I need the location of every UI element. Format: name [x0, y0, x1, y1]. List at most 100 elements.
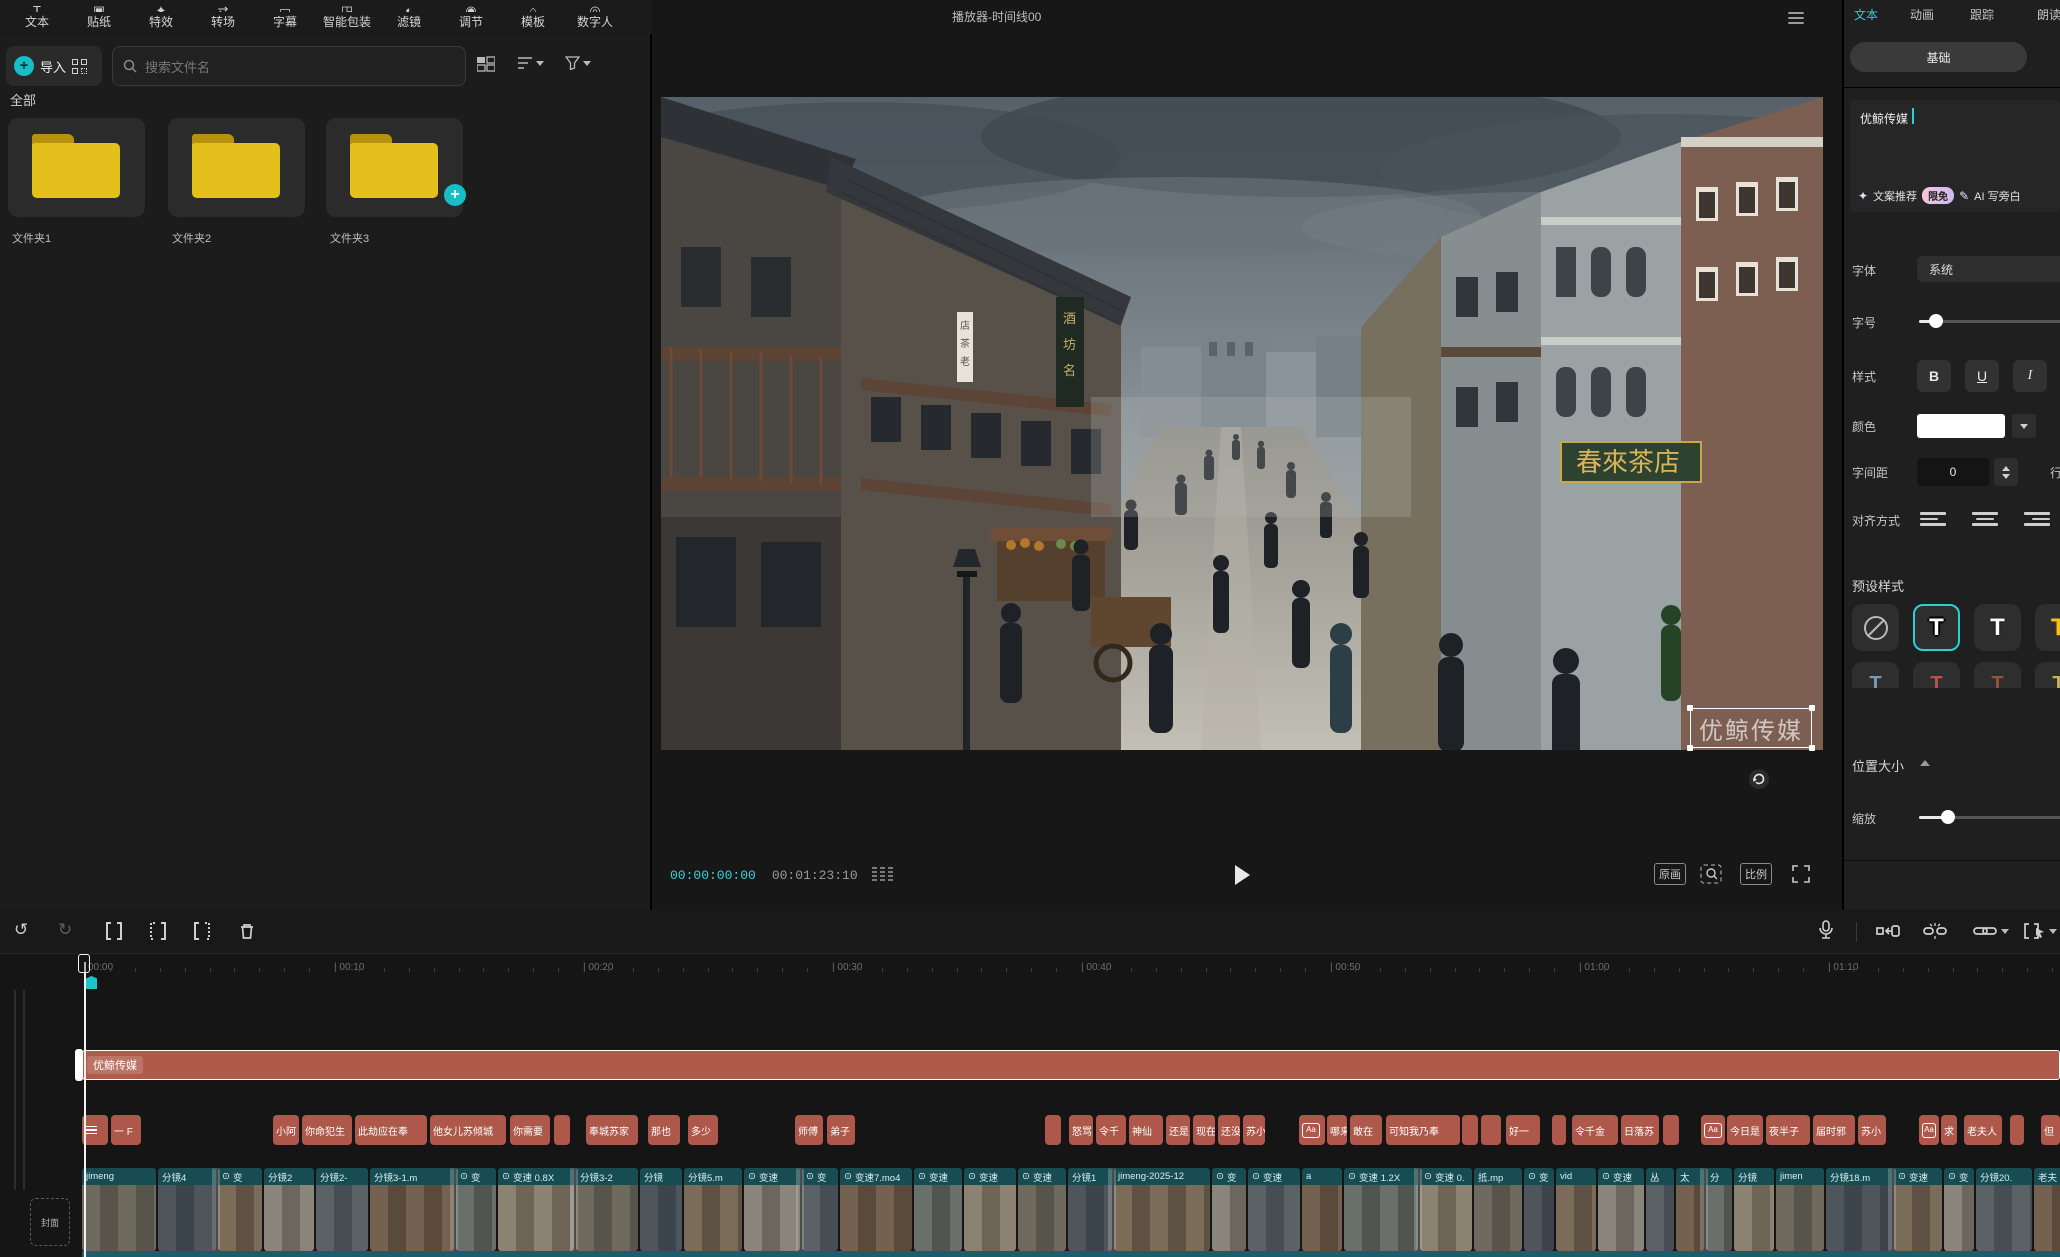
video-clip[interactable]: ⊙变速 0.	[1420, 1168, 1472, 1251]
align-center-button[interactable]	[1968, 506, 2002, 532]
subtitle-clip[interactable]	[1552, 1115, 1566, 1145]
subtitle-clip[interactable]: 那也	[648, 1115, 680, 1145]
subtitle-clip[interactable]: 哪来	[1327, 1115, 1347, 1145]
video-clip[interactable]: ⊙变	[1524, 1168, 1554, 1251]
video-clip[interactable]: 老夫	[2034, 1168, 2060, 1251]
bold-button[interactable]: B	[1917, 360, 1951, 392]
playhead-line[interactable]	[84, 962, 86, 1257]
menu-tab-9[interactable]: ⌂模板	[502, 3, 564, 34]
zoom-preview-button[interactable]	[1700, 864, 1722, 884]
color-swatch[interactable]	[1917, 414, 2005, 438]
video-clip[interactable]: 分镜3-1.m	[370, 1168, 454, 1251]
video-clip[interactable]: ⊙变速7.mo4	[840, 1168, 912, 1251]
grid-view-toggle[interactable]	[477, 56, 495, 72]
subtitle-clip[interactable]: 一 F	[111, 1115, 141, 1145]
split-keep-left-button[interactable]	[148, 922, 168, 940]
folder-add-badge[interactable]: +	[444, 184, 466, 206]
folder-card[interactable]	[168, 118, 305, 217]
preset-style-tile-selected[interactable]: T	[1913, 604, 1960, 651]
timeline-ruler[interactable]: 00:00| 00:10| 00:20| 00:30| 00:40| 00:50…	[0, 954, 2060, 984]
subtitle-clip[interactable]: 但	[2041, 1115, 2060, 1145]
slider-handle[interactable]	[1929, 314, 1943, 328]
sort-menu-button[interactable]	[517, 56, 544, 70]
menu-tab-7[interactable]: ◐滤镜	[378, 3, 440, 34]
preset-style-tile[interactable]: T	[2035, 604, 2060, 651]
auto-snap-button[interactable]	[1876, 923, 1900, 939]
folder-card[interactable]	[8, 118, 145, 217]
menu-tab-5[interactable]: ▭字幕	[254, 3, 316, 34]
video-clip[interactable]: 分镜3-2	[576, 1168, 638, 1251]
subtitle-clip[interactable]: 小阿	[273, 1115, 299, 1145]
filter-menu-button[interactable]	[565, 56, 591, 70]
video-clip[interactable]: ⊙变速	[914, 1168, 962, 1251]
select-tool-button[interactable]	[2024, 923, 2057, 939]
video-clip[interactable]: ⊙变速	[1894, 1168, 1942, 1251]
underline-button[interactable]: U	[1965, 360, 1999, 392]
clip-list-icon[interactable]	[872, 867, 893, 883]
video-clip[interactable]: vid	[1556, 1168, 1596, 1251]
fullscreen-button[interactable]	[1792, 864, 1810, 884]
material-qr-icon[interactable]	[72, 59, 87, 74]
subtitle-clip[interactable]: 还没	[1218, 1115, 1240, 1145]
subtitle-clip[interactable]: 现在	[1193, 1115, 1215, 1145]
menu-tab-2[interactable]: ▣贴纸	[68, 3, 130, 34]
subtitle-clip[interactable]: 令千	[1096, 1115, 1126, 1145]
preset-style-tile[interactable]: T	[1852, 662, 1899, 688]
split-keep-right-button[interactable]	[192, 922, 212, 940]
video-clip[interactable]: 分	[1706, 1168, 1732, 1251]
menu-tab-8[interactable]: ◉调节	[440, 3, 502, 34]
subtitle-clip[interactable]	[82, 1115, 108, 1145]
subtitle-clip[interactable]: 你命犯生	[302, 1115, 352, 1145]
video-preview[interactable]: 店茶老 酒坊名	[661, 97, 1823, 750]
subtitle-clip[interactable]: 届时邪	[1813, 1115, 1855, 1145]
video-clip[interactable]: ⊙变速 1.2X	[1344, 1168, 1418, 1251]
folder-card[interactable]	[326, 118, 463, 217]
overlay-text[interactable]: 优鲸传媒	[1691, 709, 1811, 747]
video-clip[interactable]: ⊙变速	[1018, 1168, 1066, 1251]
redo-button[interactable]: ↻	[58, 920, 72, 940]
subtitle-clip[interactable]: 求	[1941, 1115, 1957, 1145]
search-input[interactable]: 搜索文件名	[112, 46, 466, 86]
subtitle-clip[interactable]: 夜半子	[1766, 1115, 1810, 1145]
preset-style-tile[interactable]: T	[1913, 662, 1960, 688]
transition-marker[interactable]	[1888, 1168, 1896, 1251]
panel-tab-3[interactable]: 跟踪	[1970, 6, 1994, 23]
video-clip[interactable]: a	[1302, 1168, 1342, 1251]
subtitle-clip[interactable]: 奉城苏家	[586, 1115, 638, 1145]
video-clip[interactable]: ⊙变	[218, 1168, 262, 1251]
clip-trim-handle[interactable]	[75, 1049, 83, 1081]
selection-handle[interactable]	[1809, 745, 1815, 751]
selection-handle[interactable]	[1687, 745, 1693, 751]
audio-track-strip[interactable]	[82, 1251, 2060, 1257]
subtitle-clip[interactable]: 苏小	[1858, 1115, 1886, 1145]
ai-write-button[interactable]: AI 写旁白	[1974, 188, 2020, 204]
video-clip[interactable]: ⊙变速	[1248, 1168, 1300, 1251]
play-button[interactable]	[1235, 865, 1250, 885]
delete-button[interactable]	[238, 922, 256, 940]
letter-spacing-stepper[interactable]	[1994, 458, 2018, 486]
preset-style-tile[interactable]: T	[1974, 604, 2021, 651]
preset-style-tile[interactable]: T	[1974, 662, 2021, 688]
video-clip[interactable]: ⊙变速	[744, 1168, 800, 1251]
overlay-text-selection-box[interactable]: 优鲸传媒	[1690, 708, 1812, 748]
italic-button[interactable]: I	[2013, 360, 2047, 392]
transition-marker[interactable]	[1414, 1168, 1422, 1251]
subtitle-clip[interactable]: 怒骂	[1069, 1115, 1093, 1145]
subtitle-clip[interactable]: 神仙	[1129, 1115, 1163, 1145]
subtitle-clip[interactable]: 今日是	[1727, 1115, 1763, 1145]
menu-tab-4[interactable]: ⇄转场	[192, 3, 254, 34]
subtitle-clip[interactable]: 此劫应在奉	[355, 1115, 427, 1145]
video-clip[interactable]: ⊙变	[802, 1168, 838, 1251]
subtitle-clip[interactable]	[554, 1115, 570, 1145]
video-clip[interactable]: 分镜	[640, 1168, 682, 1251]
import-button[interactable]: + 导入	[6, 46, 102, 86]
video-clip[interactable]: ⊙变	[1944, 1168, 1974, 1251]
subtitle-clip[interactable]	[1462, 1115, 1478, 1145]
video-clip[interactable]: jimen	[1776, 1168, 1824, 1251]
subtitle-clip[interactable]: 老夫人	[1964, 1115, 2002, 1145]
subtitle-clip[interactable]	[1045, 1115, 1061, 1145]
subtitle-clip[interactable]: 师傅	[795, 1115, 823, 1145]
subtitle-clip[interactable]	[1663, 1115, 1679, 1145]
align-right-button[interactable]	[2016, 506, 2050, 532]
video-clip[interactable]: 分镜	[1734, 1168, 1774, 1251]
